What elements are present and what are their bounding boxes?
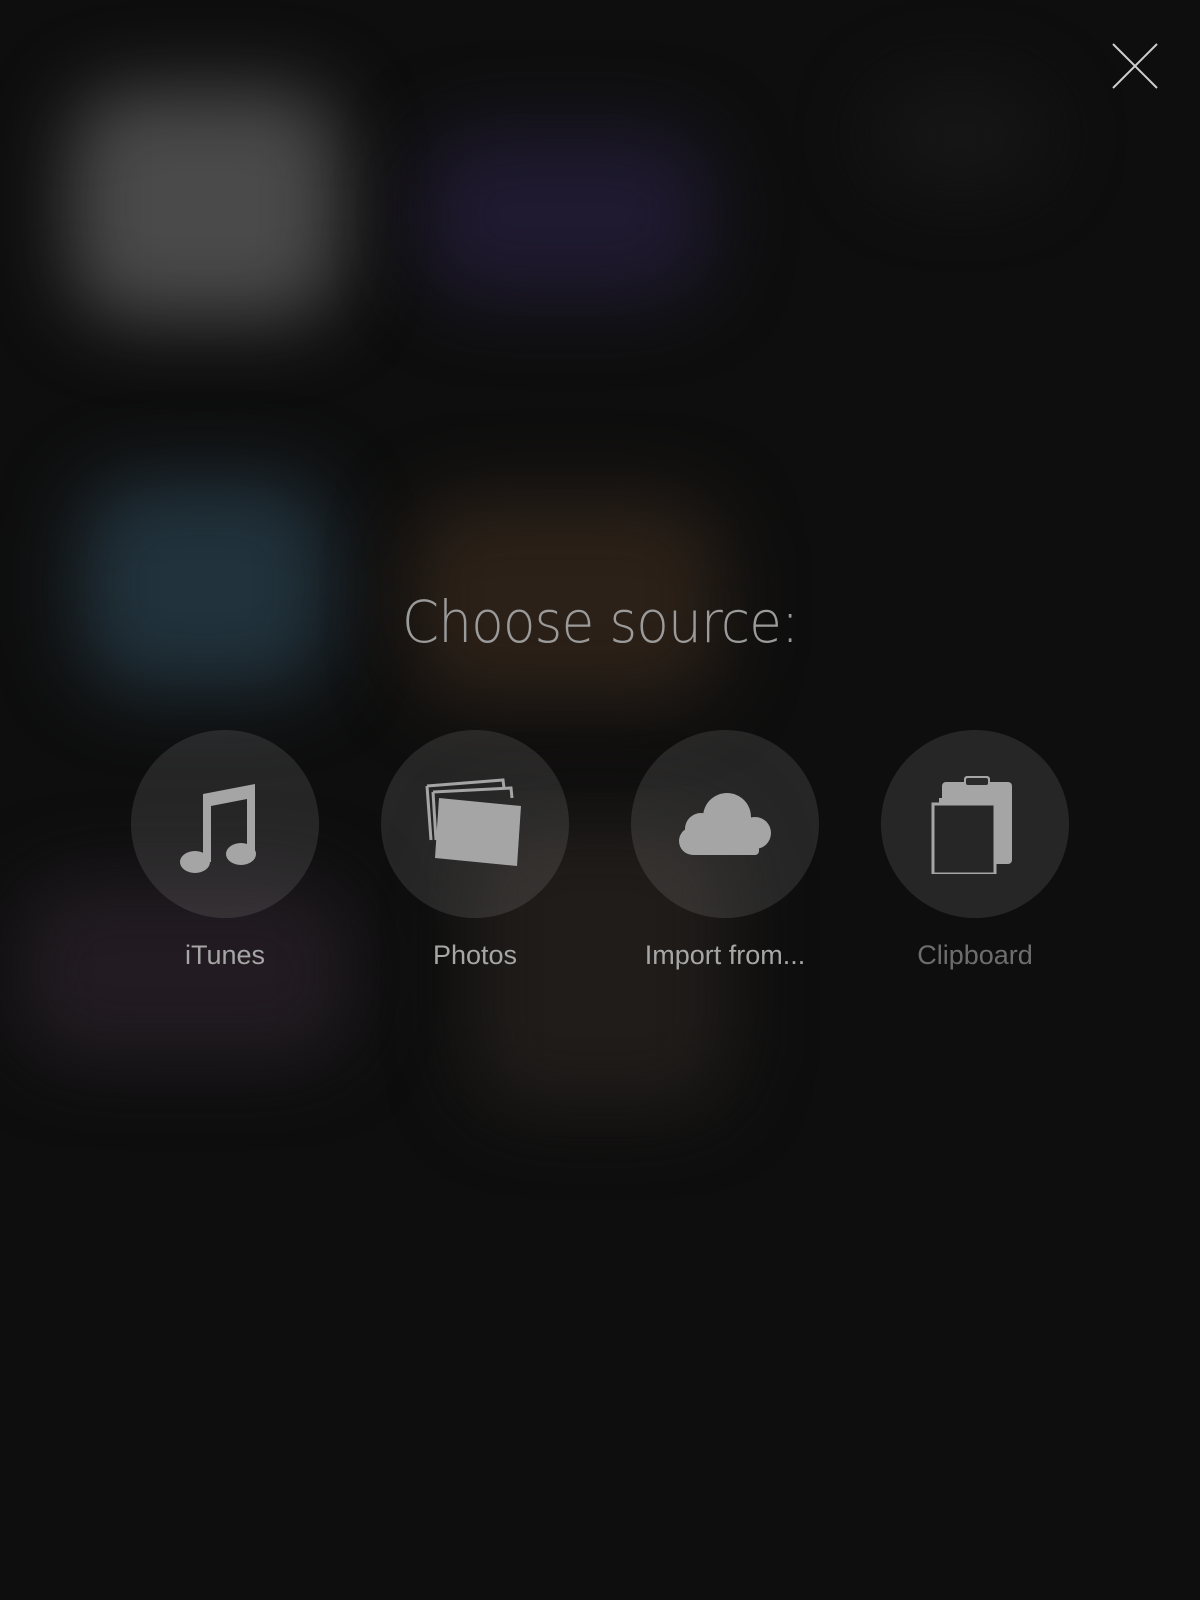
close-button[interactable] <box>1105 36 1165 96</box>
choose-source-screen: Choose source: iTunes Photos Import from… <box>0 0 1200 1600</box>
music-note-icon <box>180 784 256 873</box>
source-icon-circle[interactable] <box>631 730 819 918</box>
source-label: iTunes <box>184 940 266 970</box>
source-icon-circle[interactable] <box>381 730 569 918</box>
cloud-icon <box>679 793 771 855</box>
source-itunes-button[interactable]: iTunes <box>100 730 350 980</box>
source-photos-button[interactable]: Photos <box>350 730 600 980</box>
blurred-background-tile <box>870 80 1050 190</box>
source-icon-circle[interactable] <box>881 730 1069 918</box>
source-label: Clipboard <box>917 940 1033 970</box>
dialog-title: Choose source: <box>401 588 799 656</box>
blurred-background-tile <box>420 130 710 300</box>
close-icon <box>1112 43 1158 89</box>
blurred-background-tile <box>80 480 330 690</box>
clipboard-icon <box>931 776 1012 874</box>
source-clipboard-button[interactable]: Clipboard <box>850 730 1100 980</box>
source-label: Import from... <box>644 940 806 970</box>
photos-icon <box>425 778 521 866</box>
source-icon-circle[interactable] <box>131 730 319 918</box>
source-import-button[interactable]: Import from... <box>600 730 850 980</box>
source-label: Photos <box>432 940 518 970</box>
blurred-background-tile <box>70 90 340 320</box>
